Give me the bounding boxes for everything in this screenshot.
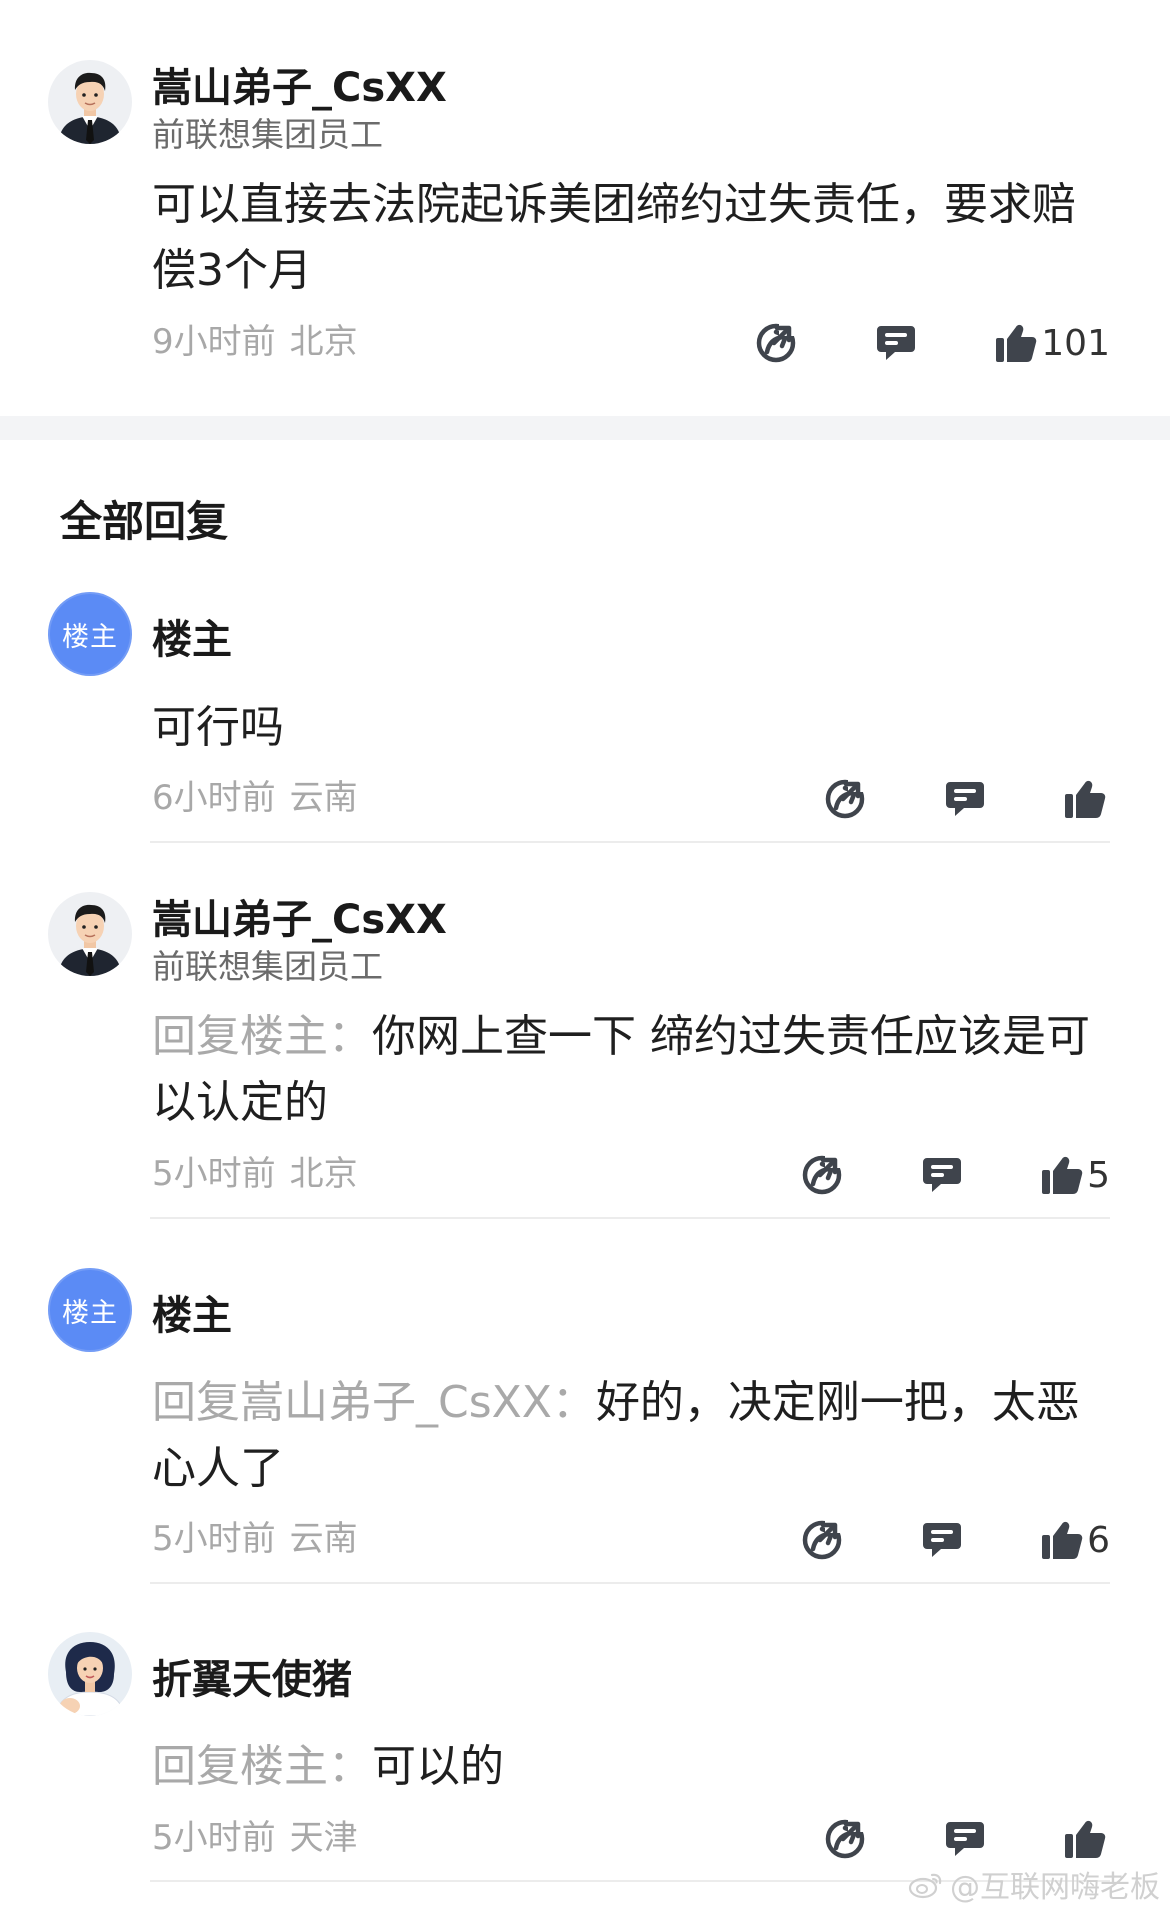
top-comment: 嵩山弟子_CsXX 前联想集团员工 可以直接去法院起诉美团缔约过失责任，要求赔偿… xyxy=(0,0,1170,416)
comment-icon xyxy=(921,1519,963,1561)
woman-avatar-icon xyxy=(48,1632,132,1716)
username[interactable]: 楼主 xyxy=(152,1283,232,1341)
user-title: 前联想集团员工 xyxy=(152,115,383,154)
comment-icon xyxy=(944,778,986,820)
op-badge-text: 楼主 xyxy=(62,621,118,653)
section-title: 全部回复 xyxy=(60,497,229,546)
reply-content: 可行吗 xyxy=(152,695,1092,761)
comment-meta: 9小时前 北京 xyxy=(152,314,358,363)
reply-meta: 5小时前 天津 xyxy=(152,1810,358,1859)
reply-actions: 6 xyxy=(801,1518,1110,1562)
man-avatar-icon xyxy=(48,60,132,144)
man-avatar-icon xyxy=(48,892,132,976)
op-avatar[interactable]: 楼主 xyxy=(48,592,132,676)
reply-content: 回复楼主：可以的 xyxy=(152,1734,1092,1800)
reply-content: 回复嵩山弟子_CsXX：好的，决定刚一把，太恶心人了 xyxy=(152,1370,1092,1502)
comment-time: 9小时前 xyxy=(152,322,276,362)
share-icon xyxy=(824,778,866,820)
reply-meta: 5小时前 北京 xyxy=(152,1146,358,1195)
like-count: 101 xyxy=(1041,322,1110,364)
share-icon xyxy=(824,1818,866,1860)
reply-location: 云南 xyxy=(289,778,358,818)
reply-meta: 6小时前 云南 xyxy=(152,770,358,819)
like-button[interactable]: 101 xyxy=(995,323,1110,364)
reply-prefix[interactable]: 回复楼主： xyxy=(152,1011,372,1062)
thumbs-up-icon xyxy=(1041,1155,1083,1195)
watermark: @互联网嗨老板 xyxy=(908,1862,1160,1906)
watermark-text: @互联网嗨老板 xyxy=(950,1870,1160,1905)
reply-button[interactable] xyxy=(921,1519,963,1561)
avatar[interactable] xyxy=(48,60,132,144)
comment-icon xyxy=(875,322,917,364)
like-count: 5 xyxy=(1087,1154,1110,1196)
share-button[interactable] xyxy=(801,1154,843,1196)
user-title: 前联想集团员工 xyxy=(152,947,383,986)
avatar[interactable] xyxy=(48,892,132,976)
reply-button[interactable] xyxy=(875,322,917,364)
reply-actions xyxy=(824,777,1110,821)
section-divider xyxy=(0,416,1170,440)
reply-actions xyxy=(824,1817,1110,1861)
like-count: 6 xyxy=(1087,1519,1110,1561)
username[interactable]: 嵩山弟子_CsXX xyxy=(152,887,447,945)
reply-content: 回复楼主：你网上查一下 缔约过失责任应该是可以认定的 xyxy=(152,1004,1092,1136)
like-button[interactable] xyxy=(1064,1819,1110,1859)
share-icon xyxy=(755,322,797,364)
reply-time: 5小时前 xyxy=(152,1154,276,1194)
share-button[interactable] xyxy=(755,322,797,364)
thumbs-up-icon xyxy=(1064,1819,1106,1859)
reply-text: 可行吗 xyxy=(152,702,284,753)
reply-time: 5小时前 xyxy=(152,1818,276,1858)
reply-time: 6小时前 xyxy=(152,778,276,818)
reply-prefix[interactable]: 回复楼主： xyxy=(152,1741,372,1792)
reply-prefix[interactable]: 回复嵩山弟子_CsXX： xyxy=(152,1377,596,1428)
reply-meta: 5小时前 云南 xyxy=(152,1511,358,1560)
like-button[interactable]: 5 xyxy=(1041,1155,1110,1196)
like-button[interactable]: 6 xyxy=(1041,1520,1110,1561)
avatar[interactable] xyxy=(48,1632,132,1716)
share-icon xyxy=(801,1154,843,1196)
reply-location: 天津 xyxy=(289,1818,358,1858)
reply-button[interactable] xyxy=(944,778,986,820)
comment-location: 北京 xyxy=(289,322,358,362)
reply-time: 5小时前 xyxy=(152,1519,276,1559)
reply-text: 可以的 xyxy=(372,1741,504,1792)
thumbs-up-icon xyxy=(1064,779,1106,819)
op-badge-text: 楼主 xyxy=(62,1297,118,1329)
share-icon xyxy=(801,1519,843,1561)
reply-separator xyxy=(150,1582,1110,1584)
like-button[interactable] xyxy=(1064,779,1110,819)
reply-button[interactable] xyxy=(944,1818,986,1860)
reply-actions: 5 xyxy=(801,1153,1110,1197)
thumbs-up-icon xyxy=(1041,1520,1083,1560)
share-button[interactable] xyxy=(801,1519,843,1561)
weibo-icon xyxy=(908,1869,944,1899)
reply-location: 北京 xyxy=(289,1154,358,1194)
thumbs-up-icon xyxy=(995,323,1037,363)
share-button[interactable] xyxy=(824,778,866,820)
share-button[interactable] xyxy=(824,1818,866,1860)
comment-actions: 101 xyxy=(755,321,1110,365)
username[interactable]: 楼主 xyxy=(152,607,232,665)
reply-location: 云南 xyxy=(289,1519,358,1559)
username[interactable]: 折翼天使猪 xyxy=(152,1647,352,1705)
comment-icon xyxy=(921,1154,963,1196)
reply-separator xyxy=(150,841,1110,843)
reply-button[interactable] xyxy=(921,1154,963,1196)
reply-separator xyxy=(150,1217,1110,1219)
comment-content: 可以直接去法院起诉美团缔约过失责任，要求赔偿3个月 xyxy=(152,179,1076,296)
comment-icon xyxy=(944,1818,986,1860)
username[interactable]: 嵩山弟子_CsXX xyxy=(152,55,447,113)
op-avatar[interactable]: 楼主 xyxy=(48,1268,132,1352)
